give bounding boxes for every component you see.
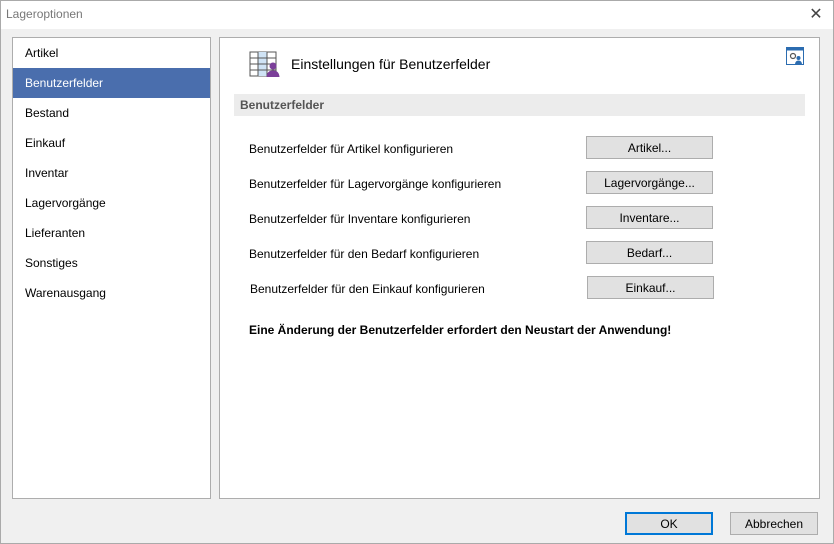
cancel-button[interactable]: Abbrechen	[730, 512, 818, 535]
artikel-button[interactable]: Artikel...	[586, 136, 713, 159]
inventare-button[interactable]: Inventare...	[586, 206, 713, 229]
sidebar-item-sonstiges[interactable]: Sonstiges	[13, 248, 210, 278]
row-label-bedarf: Benutzerfelder für den Bedarf konfigurie…	[249, 247, 480, 261]
table-user-icon	[249, 51, 280, 77]
sidebar-item-einkauf[interactable]: Einkauf	[13, 128, 210, 158]
row-label-einkauf: Benutzerfelder für den Einkauf konfiguri…	[250, 282, 485, 296]
section-title: Benutzerfelder	[240, 98, 325, 112]
close-button[interactable]: ✕	[803, 3, 829, 25]
bedarf-button[interactable]: Bedarf...	[586, 241, 713, 264]
sidebar-item-warenausgang[interactable]: Warenausgang	[13, 278, 210, 308]
sidebar-item-lieferanten[interactable]: Lieferanten	[13, 218, 210, 248]
sidebar-item-bestand[interactable]: Bestand	[13, 98, 210, 128]
category-list: Artikel Benutzerfelder Bestand Einkauf I…	[12, 37, 211, 499]
sidebar-item-artikel[interactable]: Artikel	[13, 38, 210, 68]
row-label-artikel: Benutzerfelder für Artikel konfigurieren	[249, 142, 454, 156]
row-label-inventare: Benutzerfelder für Inventare konfigurier…	[249, 212, 471, 226]
options-dialog: Lageroptionen ✕ Artikel Benutzerfelder B…	[0, 0, 834, 544]
lagervorgaenge-button[interactable]: Lagervorgänge...	[586, 171, 713, 194]
ok-button[interactable]: OK	[625, 512, 713, 535]
sidebar-item-inventar[interactable]: Inventar	[13, 158, 210, 188]
window-title: Lageroptionen	[6, 7, 83, 21]
sidebar-item-lagervorgaenge[interactable]: Lagervorgänge	[13, 188, 210, 218]
sidebar-item-benutzerfelder[interactable]: Benutzerfelder	[13, 68, 210, 98]
close-icon: ✕	[809, 6, 823, 23]
einkauf-button[interactable]: Einkauf...	[587, 276, 714, 299]
page-title: Einstellungen für Benutzerfelder	[291, 56, 491, 72]
settings-user-icon[interactable]	[786, 47, 804, 65]
settings-panel: Einstellungen für Benutzerfelder Benutze…	[219, 37, 820, 499]
restart-notice: Eine Änderung der Benutzerfelder erforde…	[249, 323, 672, 337]
row-label-lagervorgaenge: Benutzerfelder für Lagervorgänge konfigu…	[249, 177, 502, 191]
section-header: Benutzerfelder	[234, 94, 805, 116]
title-bar: Lageroptionen ✕	[1, 1, 833, 29]
